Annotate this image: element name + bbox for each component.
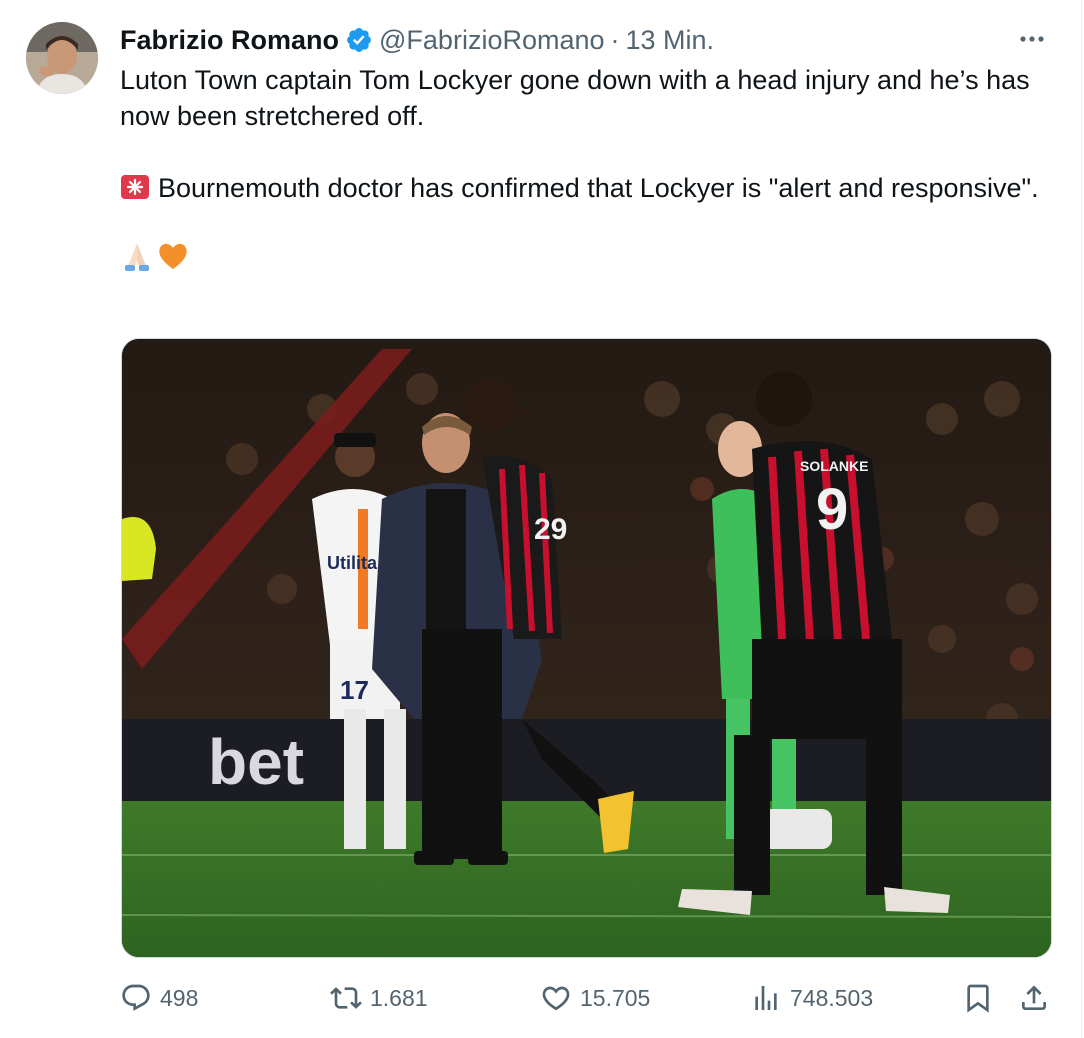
- shirt-number-9: 9: [816, 477, 848, 542]
- more-options-icon[interactable]: [1014, 26, 1050, 52]
- reply-button[interactable]: 498: [120, 978, 198, 1018]
- tweet-text-paragraph-1: Luton Town captain Tom Lockyer gone down…: [120, 65, 1030, 131]
- timeline-divider: [1081, 0, 1082, 1038]
- repost-count: 1.681: [370, 984, 428, 1011]
- author-name[interactable]: Fabrizio Romano: [120, 25, 339, 56]
- praying-hands-icon: [120, 239, 154, 282]
- orange-heart-icon: [156, 239, 190, 282]
- tweet-action-bar: 498 1.681 15.705 748.503: [120, 978, 1056, 1018]
- emoji-row: [120, 242, 1050, 278]
- views-count: 748.503: [790, 984, 874, 1011]
- reply-icon: [120, 982, 152, 1014]
- share-icon: [1018, 982, 1050, 1014]
- board-text: bet: [208, 726, 304, 798]
- share-button[interactable]: [1018, 978, 1050, 1018]
- bookmark-button[interactable]: [962, 978, 994, 1018]
- siren-emoji-icon: [120, 173, 150, 201]
- avatar[interactable]: [26, 22, 98, 94]
- tweet-timestamp[interactable]: 13 Min.: [626, 25, 715, 56]
- author-handle[interactable]: @FabrizioRomano: [379, 25, 605, 56]
- like-button[interactable]: 15.705: [540, 978, 650, 1018]
- bookmark-icon: [962, 982, 994, 1014]
- tweet-text-paragraph-2: Bournemouth doctor has confirmed that Lo…: [120, 170, 1050, 206]
- heart-icon: [540, 982, 572, 1014]
- views-icon: [750, 982, 782, 1014]
- verified-badge-icon[interactable]: [345, 26, 373, 54]
- tweet-header: Fabrizio Romano @FabrizioRomano · 13 Min…: [120, 22, 714, 58]
- separator-dot: ·: [610, 24, 620, 55]
- tweet-photo[interactable]: bet Utilita 17 29 SOLANKE 9: [121, 338, 1052, 958]
- shirt-name: SOLANKE: [800, 458, 868, 474]
- shirt-number-17: 17: [340, 675, 369, 705]
- repost-icon: [330, 982, 362, 1014]
- views-button[interactable]: 748.503: [750, 978, 873, 1018]
- shirt-number-29: 29: [534, 513, 567, 546]
- like-count: 15.705: [580, 984, 651, 1011]
- tweet-text: Luton Town captain Tom Lockyer gone down…: [120, 62, 1050, 278]
- sponsor-text: Utilita: [327, 553, 378, 573]
- tweet-text-paragraph-2-text: Bournemouth doctor has confirmed that Lo…: [158, 173, 1039, 203]
- repost-button[interactable]: 1.681: [330, 978, 428, 1018]
- reply-count: 498: [160, 984, 199, 1011]
